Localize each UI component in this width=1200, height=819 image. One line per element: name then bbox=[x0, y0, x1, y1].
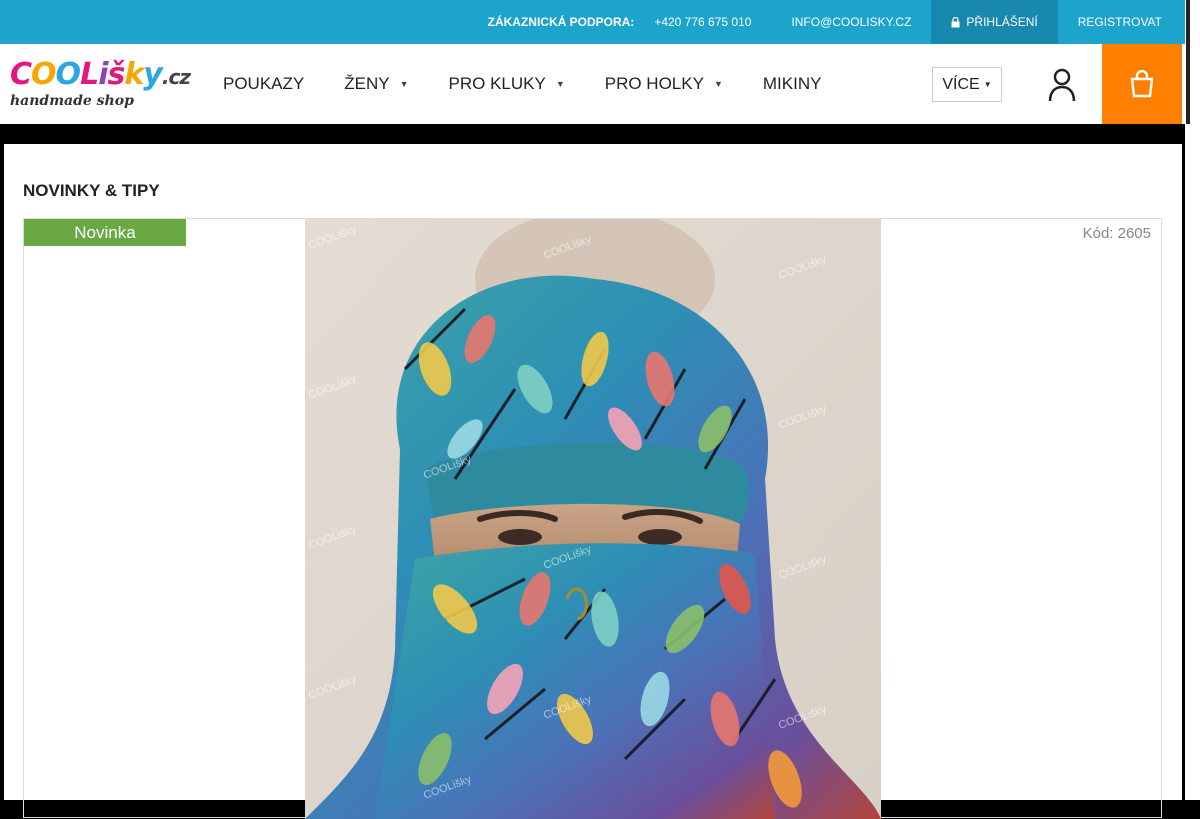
chevron-down-icon: ▼ bbox=[713, 79, 723, 89]
nav-item-label: POUKAZY bbox=[223, 74, 305, 93]
nav-item-mikiny[interactable]: MIKINY bbox=[763, 74, 822, 94]
support-email-link[interactable]: INFO@COOLISKY.CZ bbox=[791, 15, 911, 29]
nav-item-label: PRO KLUKY bbox=[448, 74, 546, 93]
register-label: REGISTROVAT bbox=[1077, 15, 1162, 29]
logo-tagline: handmade shop bbox=[10, 93, 134, 109]
lock-icon bbox=[951, 16, 960, 27]
login-label: PŘIHLÁŠENÍ bbox=[966, 15, 1038, 29]
more-menu-button[interactable]: VÍCE ▼ bbox=[932, 67, 1002, 102]
main-navbar: COOLišky.cz handmade shop POUKAZY ŽENY ▼… bbox=[0, 44, 1185, 124]
user-icon[interactable] bbox=[1048, 68, 1076, 102]
scrollbar[interactable] bbox=[1185, 0, 1200, 800]
login-link[interactable]: PŘIHLÁŠENÍ bbox=[931, 0, 1058, 44]
top-bar: ZÁKAZNICKÁ PODPORA: +420 776 675 010 INF… bbox=[0, 0, 1185, 44]
register-link[interactable]: REGISTROVAT bbox=[1058, 0, 1185, 44]
cart-icon bbox=[1130, 70, 1154, 98]
main-content: NOVINKY & TIPY Novinka Kód: 2605 COOLišk… bbox=[4, 144, 1182, 819]
more-menu-label: VÍCE bbox=[942, 75, 980, 93]
section-title: NOVINKY & TIPY bbox=[23, 181, 160, 200]
support-phone-link[interactable]: +420 776 675 010 bbox=[654, 15, 751, 29]
new-badge: Novinka bbox=[24, 219, 186, 246]
product-code: Kód: 2605 bbox=[1082, 225, 1151, 242]
support-label: ZÁKAZNICKÁ PODPORA: bbox=[487, 15, 635, 29]
scrollbar-thumb[interactable] bbox=[1186, 0, 1190, 124]
nav-item-label: ŽENY bbox=[344, 74, 390, 93]
product-image[interactable]: COOLišky COOLišky COOLišky COOLišky COOLišky… bbox=[305, 219, 881, 819]
nav-item-pro-holky[interactable]: PRO HOLKY ▼ bbox=[605, 74, 723, 94]
main-menu: POUKAZY ŽENY ▼ PRO KLUKY ▼ PRO HOLKY ▼ M… bbox=[223, 44, 861, 124]
logo-tld: .cz bbox=[161, 65, 191, 89]
chevron-down-icon: ▼ bbox=[983, 80, 992, 89]
product-card[interactable]: Novinka Kód: 2605 COOLišky COOLišky COOL… bbox=[23, 218, 1162, 819]
nav-item-pro-kluky[interactable]: PRO KLUKY ▼ bbox=[449, 74, 565, 94]
nav-item-poukazy[interactable]: POUKAZY bbox=[223, 74, 304, 94]
nav-item-label: MIKINY bbox=[762, 74, 822, 93]
chevron-down-icon: ▼ bbox=[555, 79, 565, 89]
nav-item-label: PRO HOLKY bbox=[604, 74, 704, 93]
chevron-down-icon: ▼ bbox=[399, 79, 409, 89]
logo-wordmark: COOLišky.cz bbox=[10, 57, 191, 92]
site-logo[interactable]: COOLišky.cz handmade shop bbox=[10, 57, 191, 110]
cart-button[interactable] bbox=[1102, 44, 1182, 124]
nav-item-zeny[interactable]: ŽENY ▼ bbox=[344, 74, 408, 94]
